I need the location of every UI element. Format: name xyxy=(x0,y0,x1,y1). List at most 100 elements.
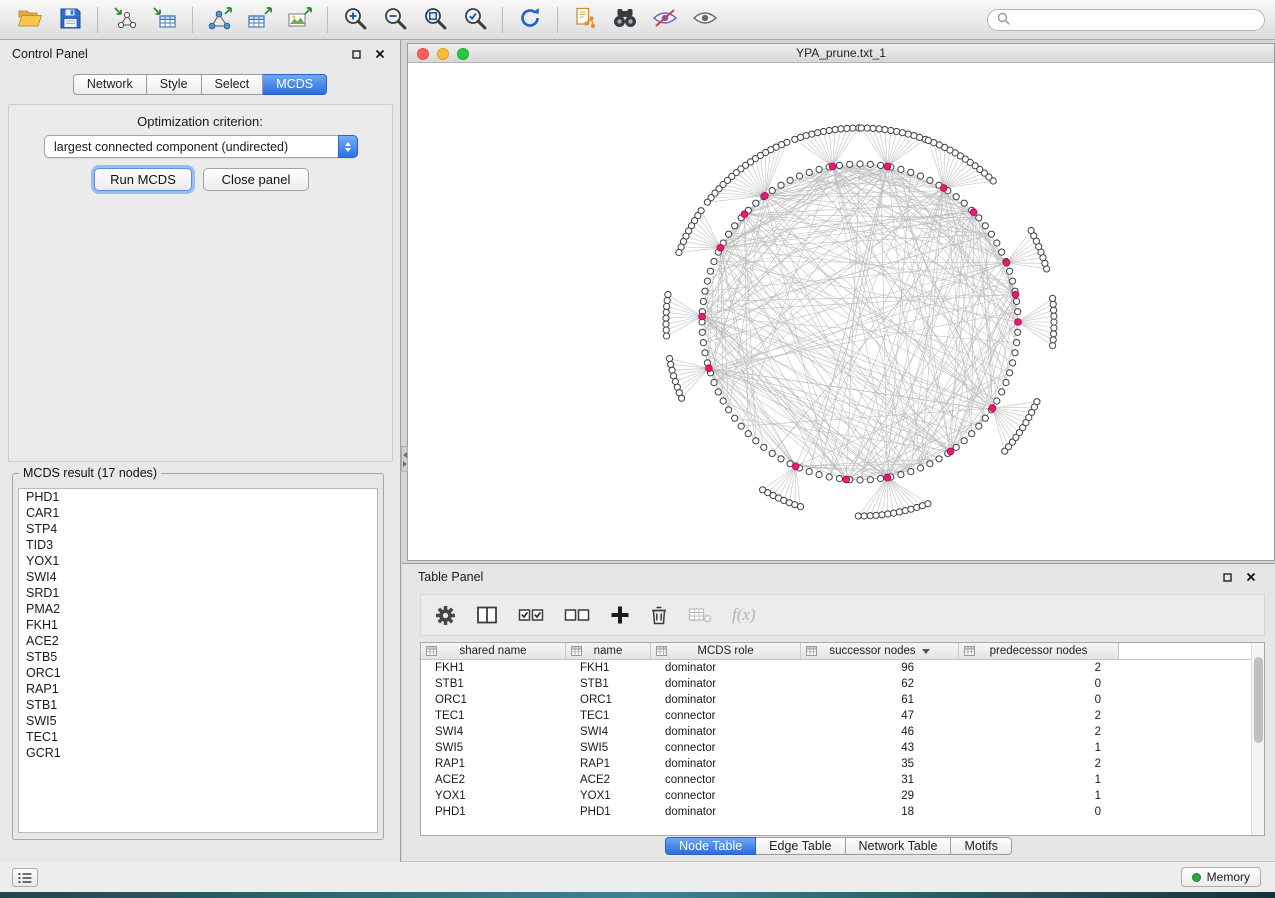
mcds-result-item[interactable]: STP4 xyxy=(19,521,377,537)
mcds-result-item[interactable]: STB1 xyxy=(19,697,377,713)
close-window-icon[interactable] xyxy=(417,48,429,60)
table-cell: PHD1 xyxy=(566,804,651,820)
add-column-icon[interactable] xyxy=(610,605,630,625)
table-row[interactable]: FKH1FKH1dominator962 xyxy=(421,660,1264,676)
table-row[interactable]: PHD1PHD1dominator180 xyxy=(421,804,1264,820)
mcds-result-item[interactable]: SRD1 xyxy=(19,585,377,601)
mcds-result-item[interactable]: YOX1 xyxy=(19,553,377,569)
network-view-window: YPA_prune.txt_1 xyxy=(407,43,1275,561)
column-type-icon xyxy=(656,646,667,659)
tab-network[interactable]: Network xyxy=(73,74,147,95)
mcds-result-item[interactable]: SWI5 xyxy=(19,713,377,729)
show-eye-icon xyxy=(692,7,718,32)
network-canvas[interactable] xyxy=(408,63,1274,560)
toolbar-separator xyxy=(502,7,503,33)
export-network-button[interactable] xyxy=(200,4,240,36)
save-button[interactable] xyxy=(50,4,90,36)
table-cell: 62 xyxy=(801,676,959,692)
select-all-icon[interactable] xyxy=(518,606,544,624)
run-mcds-button[interactable]: Run MCDS xyxy=(94,168,192,191)
table-panel-tabs: Node TableEdge TableNetwork TableMotifs xyxy=(402,837,1275,855)
tab-select[interactable]: Select xyxy=(202,74,264,95)
mcds-result-item[interactable]: PMA2 xyxy=(19,601,377,617)
tab-edge-table[interactable]: Edge Table xyxy=(756,837,845,855)
table-row[interactable]: ORC1ORC1dominator610 xyxy=(421,692,1264,708)
hide-glasses-button[interactable] xyxy=(645,4,685,36)
zoom-in-button[interactable] xyxy=(335,4,375,36)
float-table-panel-icon[interactable] xyxy=(1219,569,1235,585)
tab-network-table[interactable]: Network Table xyxy=(846,837,952,855)
refresh-button[interactable] xyxy=(510,4,550,36)
table-row[interactable]: SWI4SWI4dominator462 xyxy=(421,724,1264,740)
mcds-result-item[interactable]: STB5 xyxy=(19,649,377,665)
show-eye-button[interactable] xyxy=(685,4,725,36)
mcds-result-item[interactable]: SWI4 xyxy=(19,569,377,585)
tab-node-table[interactable]: Node Table xyxy=(665,837,756,855)
show-columns-icon[interactable] xyxy=(476,605,498,625)
network-graph[interactable] xyxy=(408,63,1274,560)
criterion-value: largest connected component (undirected) xyxy=(54,140,288,154)
export-image-button[interactable] xyxy=(280,4,320,36)
search-input[interactable] xyxy=(1016,13,1255,27)
tab-style[interactable]: Style xyxy=(147,74,202,95)
open-folder-button[interactable] xyxy=(10,4,50,36)
deselect-all-icon[interactable] xyxy=(564,606,590,624)
column-header-successor-nodes[interactable]: successor nodes xyxy=(801,643,959,659)
mcds-result-item[interactable]: RAP1 xyxy=(19,681,377,697)
zoom-selected-button[interactable] xyxy=(455,4,495,36)
table-row[interactable]: SWI5SWI5connector431 xyxy=(421,740,1264,756)
zoom-out-button[interactable] xyxy=(375,4,415,36)
close-table-panel-icon[interactable] xyxy=(1243,569,1259,585)
table-row[interactable]: RAP1RAP1dominator352 xyxy=(421,756,1264,772)
scrollbar-thumb[interactable] xyxy=(1254,657,1263,743)
column-header-shared-name[interactable]: shared name xyxy=(421,643,566,659)
task-history-button[interactable] xyxy=(12,868,38,887)
column-type-icon xyxy=(964,646,975,659)
mcds-result-item[interactable]: TID3 xyxy=(19,537,377,553)
search-box[interactable] xyxy=(987,9,1265,31)
close-panel-icon[interactable] xyxy=(372,46,388,62)
delete-column-icon[interactable] xyxy=(650,605,668,625)
clipboard-share-button[interactable] xyxy=(565,4,605,36)
export-table-button[interactable] xyxy=(240,4,280,36)
list-icon xyxy=(18,872,32,884)
mcds-result-item[interactable]: TEC1 xyxy=(19,729,377,745)
memory-button[interactable]: Memory xyxy=(1181,867,1261,887)
table-settings-gear-icon[interactable] xyxy=(435,605,456,626)
import-network-button[interactable] xyxy=(105,4,145,36)
table-scrollbar[interactable] xyxy=(1251,643,1264,835)
column-header-name[interactable]: name xyxy=(566,643,651,659)
criterion-dropdown[interactable]: largest connected component (undirected) xyxy=(44,135,358,158)
close-panel-button[interactable]: Close panel xyxy=(203,168,309,191)
tab-motifs[interactable]: Motifs xyxy=(951,837,1011,855)
export-network-icon xyxy=(207,6,233,33)
binoculars-button[interactable] xyxy=(605,4,645,36)
table-row[interactable]: YOX1YOX1connector291 xyxy=(421,788,1264,804)
panel-splitter-handle[interactable] xyxy=(401,446,408,472)
column-header-predecessor-nodes[interactable]: predecessor nodes xyxy=(959,643,1119,659)
table-cell: PHD1 xyxy=(421,804,566,820)
mcds-result-item[interactable]: CAR1 xyxy=(19,505,377,521)
table-cell: dominator xyxy=(651,804,801,820)
mcds-result-item[interactable]: FKH1 xyxy=(19,617,377,633)
maximize-window-icon[interactable] xyxy=(457,48,469,60)
tab-mcds[interactable]: MCDS xyxy=(263,74,327,95)
mcds-result-item[interactable]: ORC1 xyxy=(19,665,377,681)
zoom-in-icon xyxy=(343,6,368,34)
network-window-titlebar[interactable]: YPA_prune.txt_1 xyxy=(408,44,1274,63)
zoom-fit-button[interactable] xyxy=(415,4,455,36)
mcds-result-item[interactable]: GCR1 xyxy=(19,745,377,761)
mcds-result-item[interactable]: PHD1 xyxy=(19,489,377,505)
import-table-button[interactable] xyxy=(145,4,185,36)
float-panel-icon[interactable] xyxy=(348,46,364,62)
table-cell: 35 xyxy=(801,756,959,772)
table-row[interactable]: STB1STB1dominator620 xyxy=(421,676,1264,692)
mcds-result-item[interactable]: ACE2 xyxy=(19,633,377,649)
column-type-icon xyxy=(571,646,582,659)
table-row[interactable]: ACE2ACE2connector311 xyxy=(421,772,1264,788)
mcds-result-list[interactable]: PHD1CAR1STP4TID3YOX1SWI4SRD1PMA2FKH1ACE2… xyxy=(18,488,378,833)
desktop-wallpaper-strip xyxy=(0,892,1275,898)
table-row[interactable]: TEC1TEC1connector472 xyxy=(421,708,1264,724)
column-header-MCDS-role[interactable]: MCDS role xyxy=(651,643,801,659)
minimize-window-icon[interactable] xyxy=(437,48,449,60)
